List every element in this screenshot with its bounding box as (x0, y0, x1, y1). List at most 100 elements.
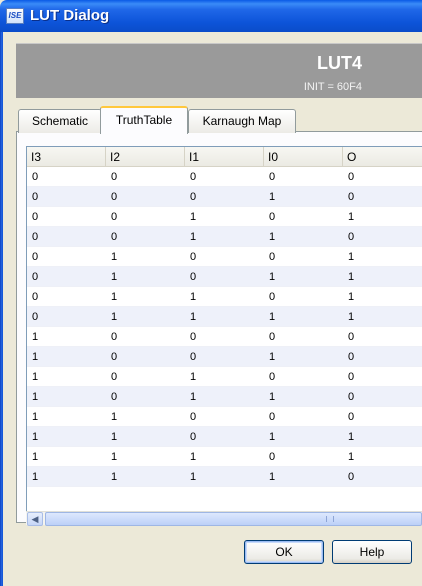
table-cell-i3[interactable]: 1 (29, 367, 38, 387)
tab-schematic[interactable]: Schematic (18, 109, 102, 133)
table-cell-i2[interactable]: 0 (108, 167, 117, 187)
table-cell-i0[interactable]: 0 (266, 327, 275, 347)
table-cell-i1[interactable]: 1 (187, 467, 196, 487)
table-cell-i1[interactable]: 0 (187, 347, 196, 367)
table-cell-o[interactable]: 0 (345, 167, 354, 187)
table-cell-o[interactable]: 1 (345, 447, 354, 467)
table-cell-i2[interactable]: 1 (108, 407, 117, 427)
table-cell-i1[interactable]: 1 (187, 287, 196, 307)
table-cell-o[interactable]: 1 (345, 287, 354, 307)
table-cell-i0[interactable]: 1 (266, 267, 275, 287)
column-header-o[interactable]: O (343, 147, 422, 167)
table-cell-i3[interactable]: 1 (29, 427, 38, 447)
table-cell-o[interactable]: 0 (345, 387, 354, 407)
table-row[interactable]: 1 1 1 1 0 (27, 467, 422, 487)
table-cell-i0[interactable]: 1 (266, 427, 275, 447)
table-cell-o[interactable]: 0 (345, 227, 354, 247)
table-cell-i0[interactable]: 1 (266, 307, 275, 327)
table-cell-o[interactable]: 0 (345, 367, 354, 387)
table-cell-i3[interactable]: 0 (29, 287, 38, 307)
table-cell-i1[interactable]: 0 (187, 267, 196, 287)
table-cell-o[interactable]: 0 (345, 407, 354, 427)
table-cell-i2[interactable]: 1 (108, 247, 117, 267)
table-cell-i3[interactable]: 0 (29, 227, 38, 247)
table-cell-i0[interactable]: 1 (266, 467, 275, 487)
column-header-i1[interactable]: I1 (185, 147, 264, 167)
table-cell-i3[interactable]: 0 (29, 247, 38, 267)
table-cell-i2[interactable]: 1 (108, 267, 117, 287)
table-cell-o[interactable]: 0 (345, 187, 354, 207)
table-row[interactable]: 0 1 0 1 1 (27, 267, 422, 287)
table-cell-i3[interactable]: 0 (29, 267, 38, 287)
table-cell-i1[interactable]: 0 (187, 187, 196, 207)
table-cell-i0[interactable]: 0 (266, 447, 275, 467)
title-bar[interactable]: ISE LUT Dialog (0, 0, 422, 32)
table-cell-o[interactable]: 1 (345, 427, 354, 447)
table-cell-i3[interactable]: 0 (29, 307, 38, 327)
table-cell-o[interactable]: 1 (345, 207, 354, 227)
table-cell-i1[interactable]: 1 (187, 227, 196, 247)
table-cell-i1[interactable]: 0 (187, 327, 196, 347)
scrollbar-thumb[interactable] (45, 512, 422, 526)
table-cell-i3[interactable]: 0 (29, 207, 38, 227)
table-cell-i2[interactable]: 1 (108, 447, 117, 467)
table-cell-i2[interactable]: 1 (108, 287, 117, 307)
table-cell-o[interactable]: 0 (345, 347, 354, 367)
table-cell-i1[interactable]: 1 (187, 447, 196, 467)
table-cell-i2[interactable]: 1 (108, 307, 117, 327)
truth-table[interactable]: I3 I2 I1 I0 O 00000000100010100110010010… (26, 146, 422, 525)
table-row[interactable]: 0 0 1 1 0 (27, 227, 422, 247)
table-cell-i0[interactable]: 0 (266, 407, 275, 427)
table-row[interactable]: 0 0 0 0 0 (27, 167, 422, 187)
table-row[interactable]: 0 1 1 0 1 (27, 287, 422, 307)
table-row[interactable]: 1 0 0 1 0 (27, 347, 422, 367)
table-row[interactable]: 1 1 1 0 1 (27, 447, 422, 467)
column-header-i0[interactable]: I0 (264, 147, 343, 167)
table-cell-i0[interactable]: 0 (266, 367, 275, 387)
table-cell-i3[interactable]: 1 (29, 407, 38, 427)
table-cell-i3[interactable]: 1 (29, 347, 38, 367)
table-row[interactable]: 1 1 0 1 1 (27, 427, 422, 447)
table-cell-i3[interactable]: 1 (29, 447, 38, 467)
table-row[interactable]: 0 0 0 1 0 (27, 187, 422, 207)
table-cell-o[interactable]: 1 (345, 267, 354, 287)
table-cell-i0[interactable]: 0 (266, 287, 275, 307)
table-row[interactable]: 0 1 1 1 1 (27, 307, 422, 327)
table-cell-i2[interactable]: 0 (108, 227, 117, 247)
column-header-i3[interactable]: I3 (27, 147, 106, 167)
table-cell-i1[interactable]: 1 (187, 207, 196, 227)
table-cell-o[interactable]: 0 (345, 327, 354, 347)
table-cell-i0[interactable]: 1 (266, 387, 275, 407)
table-row[interactable]: 1 0 1 0 0 (27, 367, 422, 387)
table-cell-i1[interactable]: 1 (187, 367, 196, 387)
ok-button[interactable]: OK (244, 540, 324, 564)
table-cell-i3[interactable]: 0 (29, 187, 38, 207)
table-cell-i1[interactable]: 1 (187, 387, 196, 407)
scroll-left-arrow-icon[interactable]: ◀ (27, 512, 43, 526)
table-cell-i1[interactable]: 1 (187, 307, 196, 327)
table-cell-i2[interactable]: 1 (108, 467, 117, 487)
table-cell-i2[interactable]: 0 (108, 187, 117, 207)
table-cell-o[interactable]: 0 (345, 467, 354, 487)
table-cell-i3[interactable]: 0 (29, 167, 38, 187)
table-cell-i3[interactable]: 1 (29, 387, 38, 407)
table-cell-i0[interactable]: 1 (266, 227, 275, 247)
table-cell-i2[interactable]: 0 (108, 207, 117, 227)
table-cell-i2[interactable]: 1 (108, 427, 117, 447)
table-cell-i1[interactable]: 0 (187, 407, 196, 427)
table-row[interactable]: 1 0 1 1 0 (27, 387, 422, 407)
table-cell-i0[interactable]: 0 (266, 167, 275, 187)
table-cell-i1[interactable]: 0 (187, 167, 196, 187)
table-row[interactable]: 0 1 0 0 1 (27, 247, 422, 267)
table-cell-o[interactable]: 1 (345, 247, 354, 267)
table-cell-i2[interactable]: 0 (108, 327, 117, 347)
table-cell-i0[interactable]: 1 (266, 347, 275, 367)
horizontal-scrollbar[interactable]: ◀ (26, 511, 422, 526)
table-row[interactable]: 1 0 0 0 0 (27, 327, 422, 347)
table-cell-i3[interactable]: 1 (29, 327, 38, 347)
table-cell-i1[interactable]: 0 (187, 247, 196, 267)
tab-truthtable[interactable]: TruthTable (100, 106, 188, 134)
table-cell-i2[interactable]: 0 (108, 387, 117, 407)
table-row[interactable]: 1 1 0 0 0 (27, 407, 422, 427)
table-cell-i2[interactable]: 0 (108, 347, 117, 367)
